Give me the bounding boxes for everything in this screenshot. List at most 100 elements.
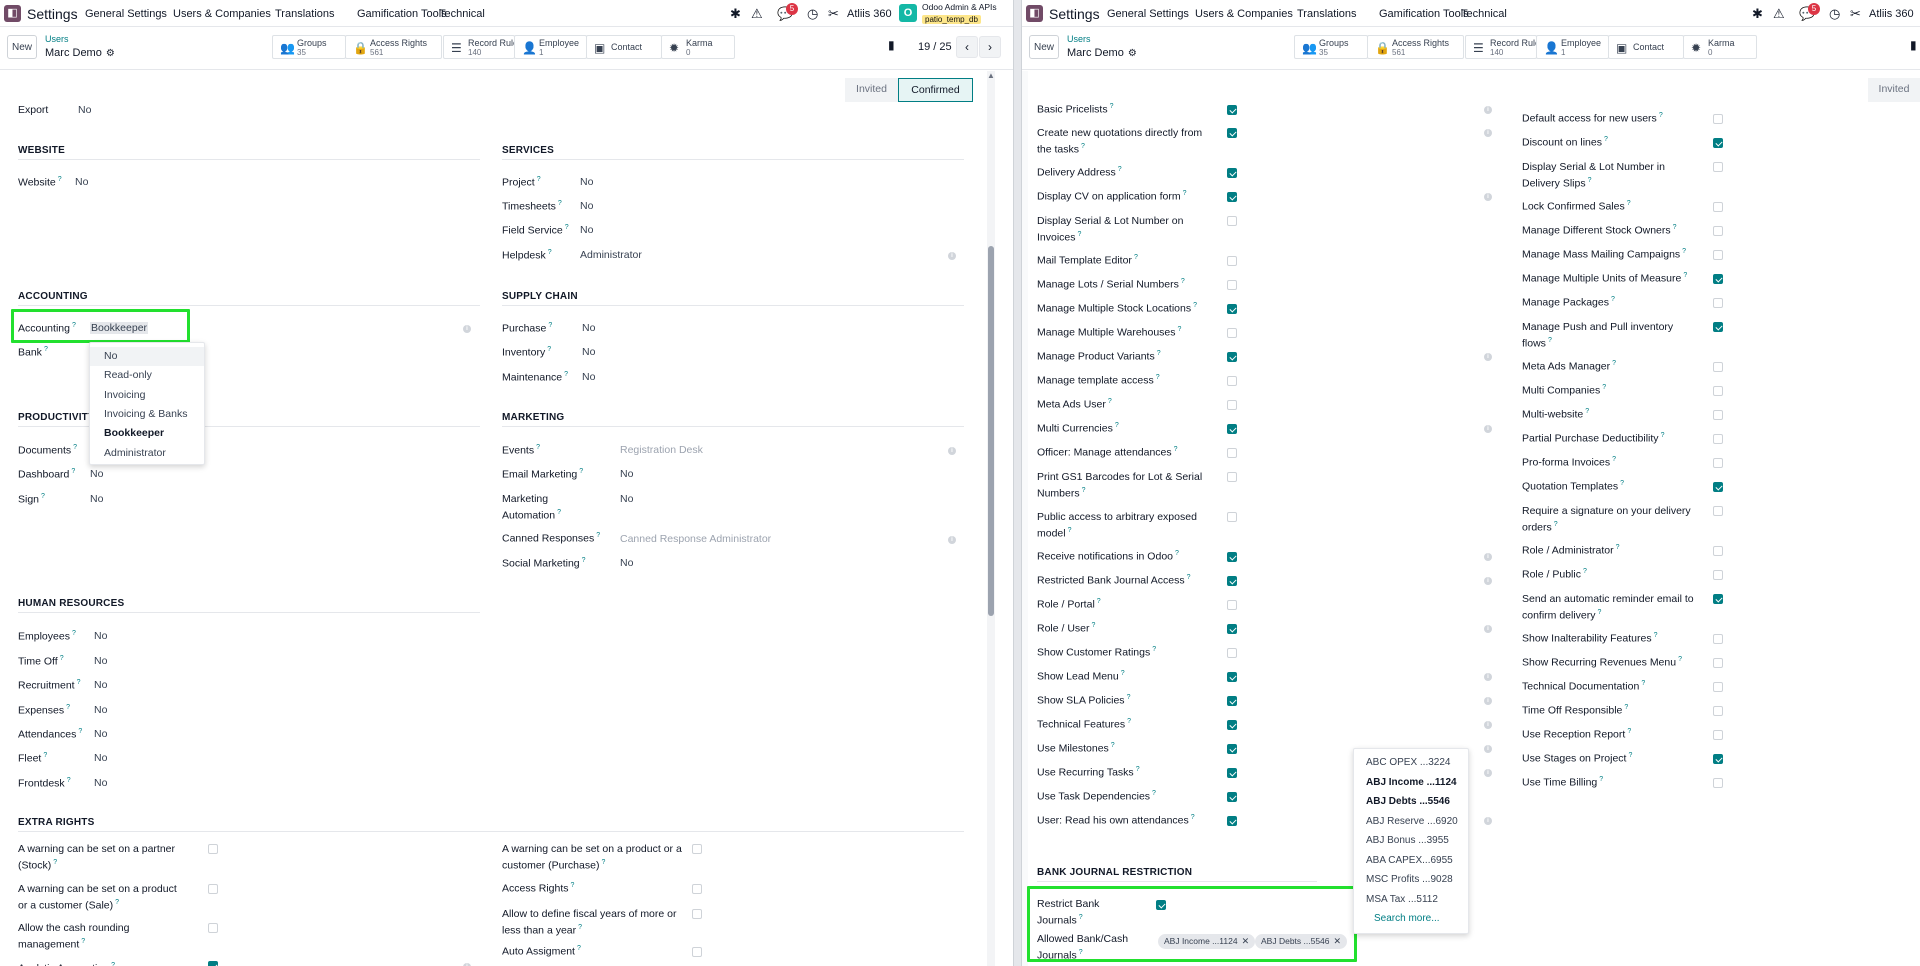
- checkbox[interactable]: [1713, 202, 1723, 212]
- checkbox[interactable]: [1713, 362, 1723, 372]
- hr-field-value[interactable]: No: [94, 752, 107, 764]
- help-tooltip-icon[interactable]: ?: [565, 224, 569, 231]
- hr-field-value[interactable]: No: [94, 655, 107, 667]
- checkbox[interactable]: [1713, 434, 1723, 444]
- checkbox[interactable]: [1227, 256, 1237, 266]
- email-marketing-value[interactable]: No: [620, 468, 633, 480]
- help-tooltip-icon[interactable]: ?: [1191, 814, 1195, 821]
- help-tooltip-icon[interactable]: ?: [536, 444, 540, 451]
- supply-field-value[interactable]: No: [582, 371, 595, 383]
- checkbox[interactable]: [1713, 298, 1723, 308]
- checkbox[interactable]: [1713, 138, 1723, 148]
- help-tooltip-icon[interactable]: ?: [537, 176, 541, 183]
- smart-button-employee[interactable]: 👤 Employee 1: [1536, 35, 1609, 59]
- help-tooltip-icon[interactable]: ?: [1174, 446, 1178, 453]
- status-confirmed[interactable]: Confirmed: [898, 78, 973, 102]
- checkbox[interactable]: [1227, 768, 1237, 778]
- breadcrumb-users[interactable]: Users: [45, 34, 69, 44]
- status-invited[interactable]: Invited: [845, 78, 898, 102]
- smart-button-karma[interactable]: ✹ Karma 0: [1683, 35, 1757, 59]
- help-tooltip-icon[interactable]: ?: [41, 493, 45, 500]
- checkbox[interactable]: [1713, 682, 1723, 692]
- help-tooltip-icon[interactable]: ?: [1673, 224, 1677, 231]
- pager-previous-button[interactable]: ‹: [956, 36, 978, 58]
- checkbox[interactable]: [1713, 386, 1723, 396]
- new-button[interactable]: New: [1029, 35, 1059, 59]
- tools-icon[interactable]: ✂: [828, 6, 839, 22]
- help-tooltip-icon[interactable]: ?: [1121, 670, 1125, 677]
- pane-divider[interactable]: [1013, 0, 1022, 966]
- smart-button-contact[interactable]: ▣ Contact: [586, 35, 662, 59]
- help-tooltip-icon[interactable]: ?: [1661, 432, 1665, 439]
- checkbox[interactable]: [1713, 570, 1723, 580]
- checkbox[interactable]: [1227, 328, 1237, 338]
- export-value[interactable]: No: [78, 104, 91, 116]
- activity-icon[interactable]: ⚠: [1773, 6, 1785, 22]
- help-tooltip-icon[interactable]: ?: [111, 962, 115, 966]
- menu-general-settings[interactable]: General Settings: [85, 8, 167, 20]
- gear-icon[interactable]: ⚙: [106, 48, 115, 59]
- social-marketing-value[interactable]: No: [620, 557, 633, 569]
- journal-option[interactable]: ABJ Income ...1124: [1354, 773, 1468, 792]
- smart-button-access-rights[interactable]: 🔒 Access Rights 561: [1367, 35, 1464, 59]
- help-tooltip-icon[interactable]: ?: [601, 859, 605, 866]
- help-tooltip-icon[interactable]: ?: [1602, 384, 1606, 391]
- checkbox[interactable]: [1713, 730, 1723, 740]
- hr-field-value[interactable]: No: [94, 777, 107, 789]
- help-tooltip-icon[interactable]: ?: [71, 468, 75, 475]
- dropdown-option[interactable]: Read-only: [90, 366, 204, 385]
- checkbox[interactable]: [1227, 280, 1237, 290]
- help-tooltip-icon[interactable]: ?: [1627, 200, 1631, 207]
- settings-app-icon[interactable]: ◧: [4, 5, 21, 22]
- website-value[interactable]: No: [75, 176, 88, 188]
- checkbox[interactable]: [1227, 512, 1237, 522]
- services-field-value[interactable]: No: [580, 224, 593, 236]
- hr-field-value[interactable]: No: [94, 728, 107, 740]
- checkbox[interactable]: [1227, 624, 1237, 634]
- help-tooltip-icon[interactable]: ?: [1111, 742, 1115, 749]
- help-tooltip-icon[interactable]: ?: [1548, 337, 1552, 344]
- help-tooltip-icon[interactable]: ?: [1097, 598, 1101, 605]
- help-tooltip-icon[interactable]: ?: [1654, 632, 1658, 639]
- hr-field-value[interactable]: No: [94, 630, 107, 642]
- help-tooltip-icon[interactable]: ?: [1641, 680, 1645, 687]
- help-tooltip-icon[interactable]: ?: [1178, 326, 1182, 333]
- help-tooltip-icon[interactable]: ?: [1078, 231, 1082, 238]
- help-tooltip-icon[interactable]: ?: [1157, 350, 1161, 357]
- help-tooltip-icon[interactable]: ?: [577, 945, 581, 952]
- help-tooltip-icon[interactable]: ?: [557, 509, 561, 516]
- help-tooltip-icon[interactable]: ?: [1682, 248, 1686, 255]
- help-tooltip-icon[interactable]: ?: [1612, 456, 1616, 463]
- checkbox[interactable]: [1713, 226, 1723, 236]
- dropdown-option[interactable]: Bookkeeper: [90, 424, 204, 443]
- checkbox[interactable]: [1227, 448, 1237, 458]
- checkbox[interactable]: [1713, 458, 1723, 468]
- help-tooltip-icon[interactable]: ?: [115, 899, 119, 906]
- smart-button-groups[interactable]: 👥 Groups 35: [1294, 35, 1368, 59]
- help-tooltip-icon[interactable]: ?: [1082, 487, 1086, 494]
- help-tooltip-icon[interactable]: ?: [77, 679, 81, 686]
- help-tooltip-icon[interactable]: ?: [1678, 656, 1682, 663]
- productivity-field-value[interactable]: No: [90, 493, 103, 505]
- help-tooltip-icon[interactable]: ?: [73, 444, 77, 451]
- bug-icon[interactable]: ✱: [730, 6, 741, 22]
- checkbox[interactable]: [1713, 506, 1723, 516]
- smart-button-groups[interactable]: 👥 Groups 35: [272, 35, 346, 59]
- checkbox[interactable]: [1227, 720, 1237, 730]
- checkbox[interactable]: [1713, 162, 1723, 172]
- settings-app-icon[interactable]: ◧: [1026, 5, 1043, 22]
- help-tooltip-icon[interactable]: ?: [58, 176, 62, 183]
- help-tooltip-icon[interactable]: ?: [67, 777, 71, 784]
- app-name[interactable]: Settings: [27, 6, 78, 22]
- checkbox[interactable]: [1713, 274, 1723, 284]
- dropdown-option[interactable]: No: [90, 347, 204, 366]
- new-button[interactable]: New: [7, 35, 37, 59]
- scrollbar[interactable]: [987, 71, 995, 966]
- smart-button-employee[interactable]: 👤 Employee 1: [514, 35, 587, 59]
- journal-option[interactable]: ABJ Debts ...5546: [1354, 792, 1468, 811]
- checkbox[interactable]: [208, 923, 218, 933]
- pager-value[interactable]: 19 / 25: [918, 41, 952, 53]
- help-tooltip-icon[interactable]: ?: [1599, 776, 1603, 783]
- checkbox[interactable]: [1227, 472, 1237, 482]
- services-field-value[interactable]: No: [580, 200, 593, 212]
